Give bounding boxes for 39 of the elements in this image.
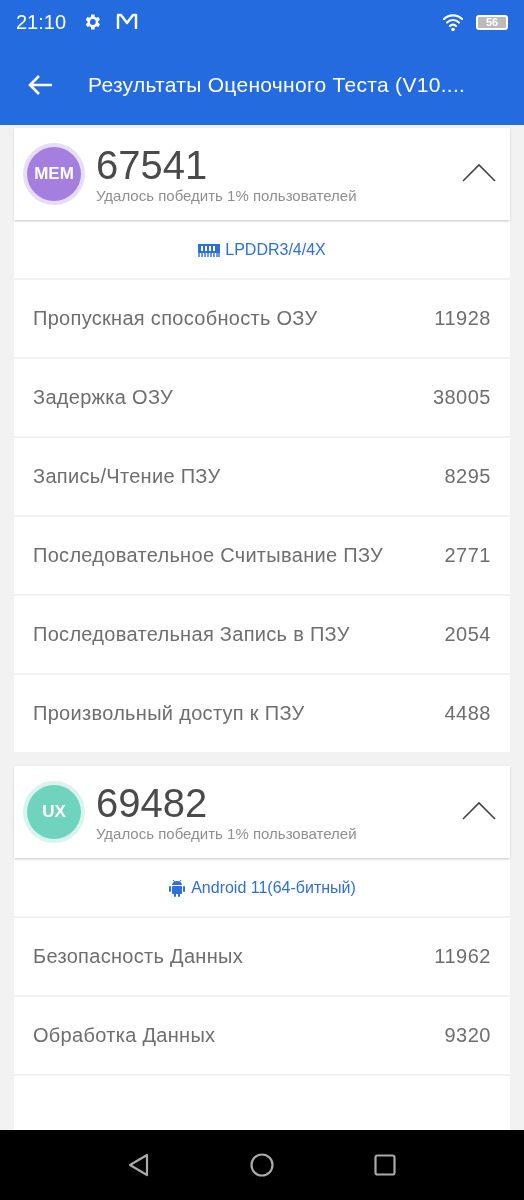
test-name: Последовательная Запись в ПЗУ: [33, 622, 350, 647]
rank-text: Удалось победить 1% пользователей: [96, 188, 357, 203]
memory-chip-icon: [198, 243, 221, 257]
test-score: 11928: [434, 306, 491, 331]
android-icon: [168, 879, 187, 897]
test-name: Обработка Данных: [33, 1023, 216, 1048]
chip-label: LPDDR3/4/4X: [225, 240, 326, 260]
chip-label: Android 11(64-битный): [191, 878, 356, 898]
page-title: Результаты Оценочного Теста (V10....: [88, 71, 466, 98]
test-score: 9320: [444, 1023, 491, 1048]
battery-icon: 56: [476, 14, 508, 30]
back-nav-icon[interactable]: [128, 1153, 150, 1177]
badge: MEM: [27, 147, 81, 201]
chevron-up-icon[interactable]: [462, 163, 496, 183]
test-score: 11962: [434, 944, 491, 969]
section-header[interactable]: MEM 67541 Удалось победить 1% пользователей: [14, 128, 510, 220]
rank-text: Удалось победить 1% пользователей: [96, 826, 357, 841]
test-score: 8295: [444, 464, 491, 489]
chevron-up-icon[interactable]: [462, 801, 496, 821]
recents-nav-icon[interactable]: [374, 1154, 396, 1176]
test-score: 2771: [444, 543, 491, 568]
test-score: 38005: [432, 385, 491, 410]
test-name: Пропускная способность ОЗУ: [33, 306, 318, 331]
test-name: Последовательное Считывание ПЗУ: [33, 543, 384, 568]
test-name: Безопасность Данных: [33, 944, 243, 969]
home-nav-icon[interactable]: [250, 1153, 274, 1177]
test-score: 2054: [444, 622, 491, 647]
status-time: 21:10: [16, 10, 67, 35]
score: 67541: [96, 145, 208, 185]
test-score: 4488: [444, 701, 491, 726]
section-header[interactable]: UX 69482 Удалось победить 1% пользователей: [14, 766, 510, 858]
test-name: Задержка ОЗУ: [33, 385, 174, 410]
test-name: Запись/Чтение ПЗУ: [33, 464, 221, 489]
score: 69482: [96, 783, 208, 823]
badge: UX: [27, 785, 81, 839]
test-name: Произвольный доступ к ПЗУ: [33, 701, 305, 726]
wifi-icon: [442, 12, 464, 32]
mail-icon: [116, 13, 139, 31]
back-icon[interactable]: [28, 73, 54, 96]
